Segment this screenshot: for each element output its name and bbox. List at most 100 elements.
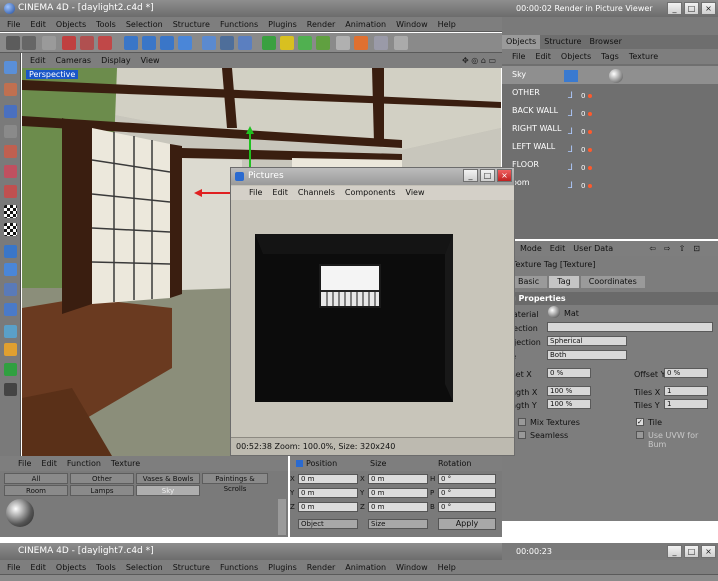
material-tag-icon[interactable] bbox=[609, 69, 623, 83]
offset-x-field[interactable]: 0 % bbox=[547, 368, 591, 378]
select-icon[interactable] bbox=[42, 36, 56, 50]
menu2-selection[interactable]: Selection bbox=[126, 560, 163, 574]
move-icon[interactable] bbox=[62, 36, 76, 50]
coord-mode-select[interactable]: Object bbox=[298, 519, 358, 529]
rotate-icon[interactable] bbox=[98, 36, 112, 50]
menu-file[interactable]: File bbox=[7, 17, 20, 31]
axis-x-icon[interactable] bbox=[124, 36, 138, 50]
objmenu-texture[interactable]: Texture bbox=[629, 49, 658, 64]
nav-left-arrow-icon[interactable]: ⇦ bbox=[649, 241, 656, 256]
pv-close-button[interactable]: × bbox=[497, 169, 512, 182]
tiles-x-field[interactable]: 1 bbox=[664, 386, 708, 396]
pv-menu-components[interactable]: Components bbox=[345, 186, 396, 200]
mat-tab-paintings[interactable]: Paintings & Scrolls bbox=[202, 473, 268, 493]
material-scrollbar[interactable] bbox=[278, 499, 286, 535]
visibility-dot[interactable] bbox=[588, 166, 593, 170]
menu-render[interactable]: Render bbox=[307, 17, 335, 31]
vp-menu-cameras[interactable]: Cameras bbox=[56, 53, 92, 68]
edges-mode-icon[interactable] bbox=[4, 165, 17, 178]
length-x-field[interactable]: 100 % bbox=[547, 386, 591, 396]
objmenu-file[interactable]: File bbox=[512, 49, 525, 64]
menu2-tools[interactable]: Tools bbox=[96, 560, 116, 574]
sculpt-icon[interactable] bbox=[4, 363, 17, 376]
nav-up-arrow-icon[interactable]: ⇧ bbox=[679, 241, 686, 256]
rot-h-field[interactable]: 0 ° bbox=[438, 474, 496, 484]
pv-minimize-button[interactable]: _ bbox=[463, 169, 478, 182]
tab-basic[interactable]: Basic bbox=[510, 276, 548, 288]
deformer-icon[interactable] bbox=[336, 36, 350, 50]
render-picture-viewer-icon[interactable] bbox=[220, 36, 234, 50]
pv-menu-channels[interactable]: Channels bbox=[298, 186, 335, 200]
object-row-back-wall[interactable]: BACK WALL ⅃ 0 bbox=[502, 102, 718, 120]
mat-tab-other[interactable]: Other bbox=[70, 473, 134, 484]
menu-animation[interactable]: Animation bbox=[345, 17, 386, 31]
size-z-field[interactable]: 0 m bbox=[368, 502, 428, 512]
apply-button[interactable]: Apply bbox=[438, 518, 496, 530]
bevel-icon[interactable] bbox=[4, 325, 17, 338]
texture-mode-icon[interactable] bbox=[4, 105, 17, 118]
selection-field[interactable] bbox=[547, 322, 713, 332]
visibility-dot[interactable] bbox=[588, 94, 593, 98]
help-icon[interactable] bbox=[394, 36, 408, 50]
menu2-structure[interactable]: Structure bbox=[173, 560, 210, 574]
minimize-button[interactable]: _ bbox=[667, 2, 682, 15]
menu-tools[interactable]: Tools bbox=[96, 17, 116, 31]
menu2-render[interactable]: Render bbox=[307, 560, 335, 574]
close-button[interactable]: × bbox=[701, 2, 716, 15]
tile-checkbox[interactable]: ✓ bbox=[636, 418, 644, 426]
pv-menu-edit[interactable]: Edit bbox=[272, 186, 288, 200]
scale-icon[interactable] bbox=[80, 36, 94, 50]
viewport-nav-icons[interactable]: ✥ ◎ ⌂ ▭ bbox=[462, 53, 502, 68]
mat-tab-room[interactable]: Room bbox=[4, 485, 68, 496]
checker-icon[interactable] bbox=[4, 205, 17, 218]
object-row-other[interactable]: OTHER ⅃ 0 bbox=[502, 84, 718, 102]
objmenu-edit[interactable]: Edit bbox=[535, 49, 551, 64]
projection-select[interactable]: Spherical bbox=[547, 336, 627, 346]
side-select[interactable]: Both bbox=[547, 350, 627, 360]
second-close-button[interactable]: × bbox=[701, 545, 716, 558]
menu-help[interactable]: Help bbox=[438, 17, 456, 31]
vp-menu-edit[interactable]: Edit bbox=[30, 53, 46, 68]
paint-icon[interactable] bbox=[4, 343, 17, 356]
pv-menu-file[interactable]: File bbox=[249, 186, 262, 200]
maximize-button[interactable]: □ bbox=[684, 2, 699, 15]
undo-icon[interactable] bbox=[6, 36, 20, 50]
polygons-mode-icon[interactable] bbox=[4, 185, 17, 198]
lock-icon[interactable]: ⊡ bbox=[693, 241, 700, 256]
axis-y-icon[interactable] bbox=[142, 36, 156, 50]
menu2-functions[interactable]: Functions bbox=[220, 560, 258, 574]
menu2-objects[interactable]: Objects bbox=[56, 560, 86, 574]
pos-x-field[interactable]: 0 m bbox=[298, 474, 358, 484]
axis-mode-icon[interactable] bbox=[4, 125, 17, 138]
menu2-file[interactable]: File bbox=[7, 560, 20, 574]
extrude-icon[interactable] bbox=[4, 303, 17, 316]
visibility-dot[interactable] bbox=[588, 130, 593, 134]
offset-y-field[interactable]: 0 % bbox=[664, 368, 708, 378]
menu-structure[interactable]: Structure bbox=[173, 17, 210, 31]
tab-tag[interactable]: Tag bbox=[549, 276, 579, 288]
points-mode-icon[interactable] bbox=[4, 145, 17, 158]
object-row-sky[interactable]: Sky bbox=[502, 66, 718, 84]
second-maximize-button[interactable]: □ bbox=[684, 545, 699, 558]
mat-menu-function[interactable]: Function bbox=[67, 456, 101, 471]
mix-textures-checkbox[interactable] bbox=[518, 418, 526, 426]
grid-icon[interactable] bbox=[4, 383, 17, 396]
menu-functions[interactable]: Functions bbox=[220, 17, 258, 31]
size-y-field[interactable]: 0 m bbox=[368, 488, 428, 498]
vp-menu-view[interactable]: View bbox=[141, 53, 160, 68]
model-mode-icon[interactable] bbox=[4, 61, 17, 74]
redo-icon[interactable] bbox=[22, 36, 36, 50]
object-mode-icon[interactable] bbox=[4, 83, 17, 96]
menu2-edit[interactable]: Edit bbox=[30, 560, 46, 574]
attr-menu-mode[interactable]: Mode bbox=[520, 241, 542, 256]
second-minimize-button[interactable]: _ bbox=[667, 545, 682, 558]
magnet-icon[interactable] bbox=[4, 263, 17, 276]
coord-system-icon[interactable] bbox=[178, 36, 192, 50]
material-swatch[interactable] bbox=[6, 499, 34, 527]
object-row-floor[interactable]: FLOOR ⅃ 0 bbox=[502, 156, 718, 174]
menu2-plugins[interactable]: Plugins bbox=[268, 560, 297, 574]
tiles-y-field[interactable]: 1 bbox=[664, 399, 708, 409]
menu-edit[interactable]: Edit bbox=[30, 17, 46, 31]
visibility-dot[interactable] bbox=[588, 184, 593, 188]
menu-plugins[interactable]: Plugins bbox=[268, 17, 297, 31]
